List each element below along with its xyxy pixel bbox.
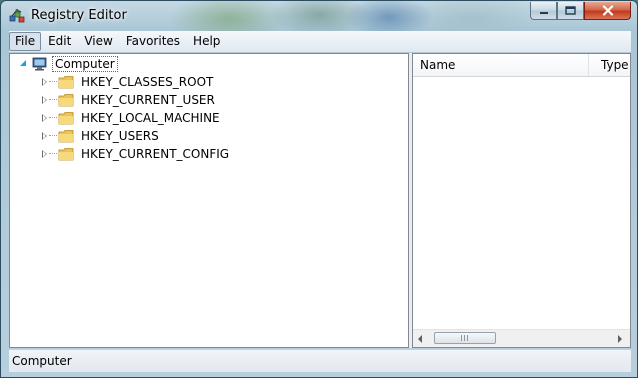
registry-editor-window: Registry Editor File Edit View Favorites… xyxy=(0,0,638,378)
tree-node-computer[interactable]: Computer xyxy=(20,55,118,73)
tree-node-hkey-users[interactable]: HKEY_USERS xyxy=(40,127,159,145)
tree-label-hkey-current-user: HKEY_CURRENT_USER xyxy=(81,93,215,107)
column-header-name[interactable]: Name xyxy=(413,54,589,76)
maximize-button[interactable] xyxy=(557,2,584,20)
window-title: Registry Editor xyxy=(31,8,127,23)
tree-label-hkey-users: HKEY_USERS xyxy=(81,129,159,143)
tree-node-hkey-local-machine[interactable]: HKEY_LOCAL_MACHINE xyxy=(40,109,220,127)
grip-icon xyxy=(461,335,468,341)
minimize-button[interactable] xyxy=(530,2,557,20)
menu-file[interactable]: File xyxy=(9,32,42,51)
registry-tree[interactable]: Computer HKEY_CLASSES_ROOT HKEY_CURRENT_… xyxy=(9,53,409,348)
column-header-row: Name Type xyxy=(413,54,630,77)
scroll-right-icon[interactable] xyxy=(618,335,622,343)
tree-connector xyxy=(49,153,57,155)
folder-icon xyxy=(58,130,74,143)
close-button[interactable] xyxy=(584,2,631,20)
status-bar: Computer xyxy=(9,349,631,372)
menu-view[interactable]: View xyxy=(78,32,118,51)
maximize-icon xyxy=(565,6,576,15)
tree-connector xyxy=(49,135,57,137)
expand-arrow-icon[interactable] xyxy=(40,114,48,122)
computer-icon xyxy=(32,57,47,71)
registry-editor-icon xyxy=(9,9,25,23)
tree-label-computer: Computer xyxy=(52,56,118,72)
minimize-icon xyxy=(539,11,548,14)
close-icon xyxy=(602,5,613,16)
tree-connector xyxy=(49,99,57,101)
folder-icon xyxy=(58,112,74,125)
collapse-arrow-icon[interactable] xyxy=(20,60,28,68)
tree-connector xyxy=(49,81,57,83)
expand-arrow-icon[interactable] xyxy=(40,96,48,104)
menu-help[interactable]: Help xyxy=(187,32,226,51)
tree-node-hkey-current-config[interactable]: HKEY_CURRENT_CONFIG xyxy=(40,145,229,163)
tree-label-hkey-current-config: HKEY_CURRENT_CONFIG xyxy=(81,147,230,161)
scrollbar-thumb[interactable] xyxy=(434,332,496,344)
tree-label-hkey-classes-root: HKEY_CLASSES_ROOT xyxy=(81,75,214,89)
menu-bar: File Edit View Favorites Help xyxy=(9,31,631,53)
title-bar[interactable]: Registry Editor xyxy=(1,1,637,31)
tree-label-hkey-local-machine: HKEY_LOCAL_MACHINE xyxy=(81,111,220,125)
values-list[interactable]: Name Type xyxy=(412,53,631,348)
tree-node-hkey-classes-root[interactable]: HKEY_CLASSES_ROOT xyxy=(40,73,213,91)
tree-node-hkey-current-user[interactable]: HKEY_CURRENT_USER xyxy=(40,91,215,109)
expand-arrow-icon[interactable] xyxy=(40,132,48,140)
column-header-type[interactable]: Type xyxy=(594,54,630,76)
status-path: Computer xyxy=(12,354,72,368)
folder-icon xyxy=(58,94,74,107)
menu-favorites[interactable]: Favorites xyxy=(120,32,186,51)
expand-arrow-icon[interactable] xyxy=(40,150,48,158)
horizontal-scrollbar[interactable] xyxy=(413,329,630,347)
menu-edit[interactable]: Edit xyxy=(42,32,77,51)
tree-connector xyxy=(49,117,57,119)
scroll-left-icon[interactable] xyxy=(418,335,422,343)
folder-icon xyxy=(58,76,74,89)
expand-arrow-icon[interactable] xyxy=(40,78,48,86)
folder-icon xyxy=(58,148,74,161)
